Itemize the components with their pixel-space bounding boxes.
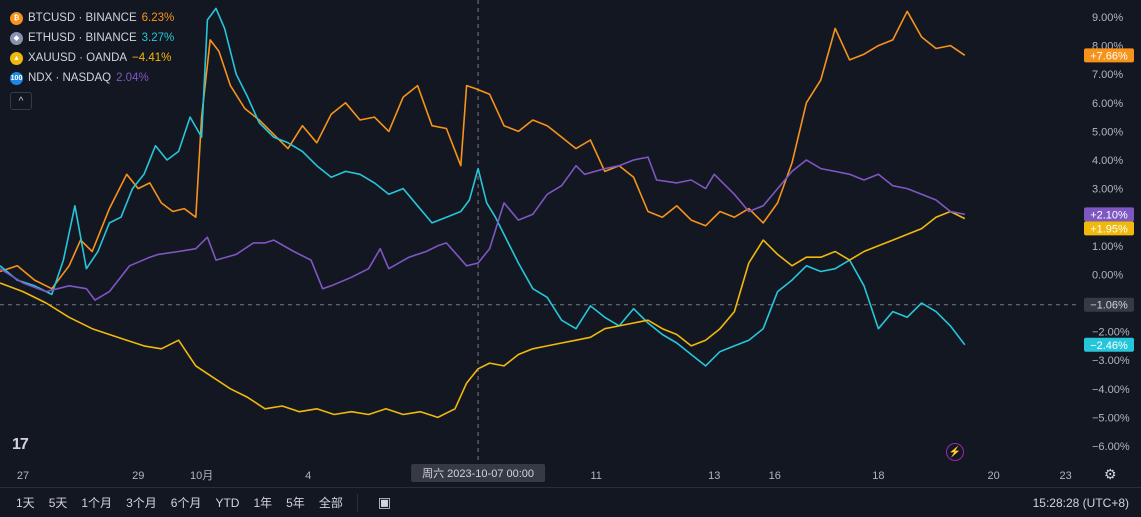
legend-item-ethusd[interactable]: ◆ ETHUSD · BINANCE 3.27% (10, 28, 174, 48)
y-tick-label: 7.00% (1092, 69, 1123, 81)
y-tick-label: 1.00% (1092, 241, 1123, 253)
bitcoin-icon: ₿ (10, 11, 23, 25)
x-tick-label: 20 (987, 470, 999, 482)
legend-symbol: XAUUSD · OANDA (28, 52, 128, 64)
gear-icon[interactable]: ⚙ (1104, 466, 1117, 483)
range-1y-button[interactable]: 1年 (253, 494, 272, 511)
y-tick-label: −6.00% (1092, 441, 1130, 453)
range-1d-button[interactable]: 1天 (16, 494, 35, 511)
y-tick-label: 0.00% (1092, 269, 1123, 281)
last-value-label-btcusd: +7.66% (1090, 50, 1128, 62)
legend-symbol: BTCUSD · BINANCE (28, 12, 137, 24)
legend-item-ndx[interactable]: 100 NDX · NASDAQ 2.04% (10, 68, 174, 88)
chevron-up-icon: ^ (18, 95, 24, 107)
y-tick-label: 4.00% (1092, 155, 1123, 167)
legend-symbol: NDX · NASDAQ (28, 72, 112, 84)
y-tick-label: −2.00% (1092, 327, 1130, 339)
legend-change: 6.23% (141, 12, 175, 24)
range-5y-button[interactable]: 5年 (286, 494, 305, 511)
bottom-toolbar: 1天 5天 1个月 3个月 6个月 YTD 1年 5年 全部 ▣ 15:28:2… (0, 487, 1141, 517)
y-tick-label: 3.00% (1092, 184, 1123, 196)
series-line-xauusd (0, 210, 966, 419)
legend-item-btcusd[interactable]: ₿ BTCUSD · BINANCE 6.23% (10, 8, 174, 28)
last-value-label-ethusd: −2.46% (1090, 340, 1128, 352)
range-6m-button[interactable]: 6个月 (171, 494, 202, 511)
collapse-legend-button[interactable]: ^ (10, 92, 32, 110)
legend-change: 3.27% (141, 32, 175, 44)
clock-readout[interactable]: 15:28:28 (UTC+8) (1033, 496, 1129, 510)
range-1m-button[interactable]: 1个月 (81, 494, 112, 511)
legend: ₿ BTCUSD · BINANCE 6.23% ◆ ETHUSD · BINA… (10, 8, 174, 110)
last-value-label-ndx: +2.10% (1090, 209, 1128, 221)
y-tick-label: 5.00% (1092, 126, 1123, 138)
legend-change: 2.04% (116, 72, 149, 84)
range-ytd-button[interactable]: YTD (215, 496, 239, 510)
range-all-button[interactable]: 全部 (319, 494, 343, 511)
x-tick-label: 13 (708, 470, 720, 482)
gold-icon: ▲ (10, 51, 23, 65)
tradingview-logo[interactable]: 17 (12, 436, 29, 454)
ethereum-icon: ◆ (10, 31, 23, 45)
ndx-icon: 100 (10, 71, 23, 85)
crosshair-date-label: 周六 2023-10-07 00:00 (422, 467, 534, 480)
x-tick-label: 23 (1059, 470, 1071, 482)
series-line-ndx (0, 156, 965, 301)
crosshair-value-label: −1.06% (1090, 300, 1128, 312)
range-5d-button[interactable]: 5天 (49, 494, 68, 511)
divider (356, 493, 358, 512)
x-tick-label: 11 (590, 470, 601, 482)
x-tick-label: 27 (17, 470, 29, 482)
x-tick-label: 10月 (190, 470, 213, 482)
calendar-goto-icon[interactable]: ▣ (378, 494, 391, 511)
x-tick-label: 18 (872, 470, 884, 482)
y-tick-label: −4.00% (1092, 384, 1130, 396)
last-value-label-xauusd: +1.95% (1090, 223, 1128, 235)
y-tick-label: −3.00% (1092, 355, 1130, 367)
legend-symbol: ETHUSD · BINANCE (28, 32, 137, 44)
x-tick-label: 29 (132, 470, 144, 482)
legend-item-xauusd[interactable]: ▲ XAUUSD · OANDA −4.41% (10, 48, 174, 68)
lightning-icon[interactable]: ⚡ (946, 443, 964, 461)
x-tick-label: 4 (305, 470, 311, 482)
range-3m-button[interactable]: 3个月 (126, 494, 157, 511)
y-tick-label: 9.00% (1092, 12, 1123, 24)
x-tick-label: 16 (769, 470, 781, 482)
legend-change: −4.41% (132, 52, 172, 64)
y-tick-label: 6.00% (1092, 98, 1123, 110)
y-tick-label: −5.00% (1092, 412, 1130, 424)
